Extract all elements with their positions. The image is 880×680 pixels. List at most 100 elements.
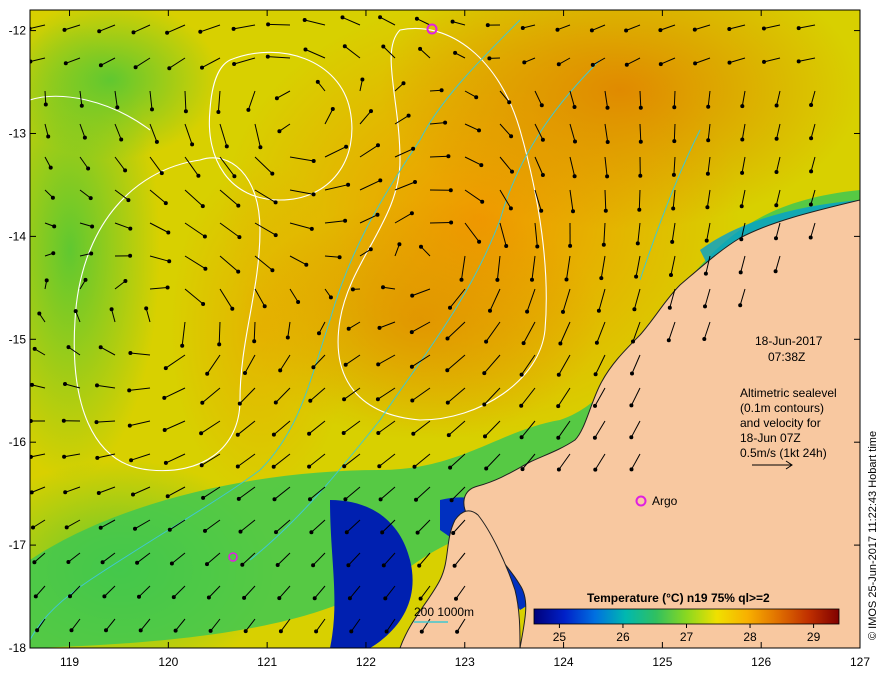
- velocity-arrow-head: [479, 163, 484, 168]
- velocity-arrow-head: [344, 144, 349, 149]
- velocity-arrow-head: [102, 594, 107, 599]
- velocity-arrow-shaft: [268, 23, 291, 26]
- velocity-arrow-head: [381, 285, 385, 290]
- velocity-arrow-head: [128, 226, 133, 231]
- velocity-arrow-head: [692, 27, 697, 32]
- velocity-arrow-head: [519, 372, 524, 377]
- velocity-arrow-head: [307, 464, 312, 469]
- velocity-arrow-head: [629, 403, 634, 408]
- velocity-arrow-head: [137, 594, 141, 599]
- velocity-arrow-head: [637, 207, 642, 212]
- velocity-arrow-head: [88, 196, 93, 201]
- velocity-arrow-head: [198, 29, 203, 34]
- credit-line: © IMOS 25-Jun-2017 11:22:43 Hobart time: [867, 431, 879, 640]
- velocity-arrow-head: [629, 435, 634, 440]
- velocity-arrow-head: [530, 277, 534, 282]
- velocity-arrow-head: [727, 27, 732, 31]
- velocity-arrow-head: [482, 371, 487, 376]
- velocity-arrow-head: [448, 465, 453, 470]
- velocity-arrow-head: [454, 596, 458, 601]
- velocity-arrow-head: [446, 154, 451, 159]
- velocity-arrow-head: [449, 498, 454, 503]
- velocity-arrow-head: [474, 95, 479, 100]
- velocity-arrow-head: [383, 596, 388, 601]
- velocity-arrow-head: [556, 404, 561, 409]
- bathymetry-legend-label: 200 1000m: [414, 605, 474, 619]
- velocity-arrow-head: [509, 134, 514, 139]
- velocity-arrow-head: [163, 460, 168, 465]
- velocity-arrow-head: [445, 368, 450, 373]
- velocity-arrow-head: [590, 62, 595, 67]
- velocity-arrow-head: [738, 303, 743, 308]
- velocity-arrow-head: [488, 308, 492, 313]
- velocity-arrow-head: [419, 629, 424, 634]
- velocity-arrow-head: [163, 366, 168, 371]
- velocity-arrow-head: [275, 563, 280, 567]
- velocity-arrow-head: [304, 262, 309, 267]
- velocity-arrow-head: [330, 107, 335, 111]
- velocity-arrow-head: [740, 170, 745, 175]
- velocity-arrow-head: [375, 397, 380, 402]
- velocity-arrow-head: [413, 180, 417, 184]
- velocity-arrow-head: [203, 266, 208, 271]
- colorbar-title: Temperature (°C) n19 75% ql>=2: [587, 591, 770, 605]
- velocity-arrow-head: [230, 306, 235, 311]
- velocity-arrow-head: [94, 420, 99, 425]
- velocity-arrow-head: [237, 401, 242, 406]
- velocity-arrow-head: [634, 274, 639, 279]
- velocity-arrow-head: [35, 628, 40, 633]
- velocity-arrow-head: [127, 423, 132, 428]
- latitude-label: -18: [9, 641, 27, 655]
- velocity-arrow-head: [173, 628, 178, 633]
- velocity-arrow-head: [672, 105, 677, 110]
- velocity-arrow-head: [73, 309, 78, 314]
- velocity-arrow-head: [350, 287, 355, 292]
- description-line-2: (0.1m contours): [740, 401, 824, 415]
- velocity-arrow-head: [796, 59, 801, 64]
- velocity-arrow-head: [63, 490, 68, 495]
- velocity-arrow-head: [671, 172, 676, 177]
- latitude-label: -15: [9, 332, 27, 346]
- velocity-arrow-head: [406, 113, 411, 118]
- velocity-arrow-head: [774, 236, 778, 241]
- velocity-arrow-head: [540, 173, 545, 177]
- velocity-arrow-head: [165, 285, 170, 290]
- velocity-arrow-head: [369, 109, 373, 114]
- colorbar-tick-label: 28: [743, 630, 757, 644]
- velocity-arrow-head: [51, 251, 56, 256]
- velocity-arrow-head: [242, 595, 247, 600]
- velocity-arrow-head: [200, 65, 204, 70]
- velocity-arrow-head: [240, 562, 245, 567]
- velocity-arrow-head: [774, 203, 779, 208]
- velocity-arrow-head: [624, 28, 629, 33]
- velocity-arrow-head: [774, 136, 779, 141]
- velocity-arrow-head: [199, 463, 204, 468]
- velocity-arrow-head: [346, 563, 351, 568]
- velocity-arrow-head: [346, 182, 351, 187]
- velocity-arrow-head: [44, 278, 49, 283]
- colorbar-tick-label: 29: [807, 630, 821, 644]
- velocity-arrow-head: [415, 530, 420, 535]
- velocity-arrow-head: [96, 491, 101, 495]
- velocity-arrow-head: [30, 419, 33, 423]
- velocity-arrow-head: [378, 497, 383, 502]
- velocity-arrow-head: [109, 307, 114, 312]
- velocity-arrow-head: [504, 244, 509, 248]
- velocity-arrow-head: [343, 497, 348, 502]
- latitude-label: -17: [9, 538, 27, 552]
- velocity-arrow-head: [704, 238, 709, 243]
- velocity-arrow-head: [32, 346, 37, 351]
- velocity-arrow-head: [37, 311, 42, 316]
- velocity-arrow-head: [217, 342, 222, 347]
- velocity-arrow-head: [163, 201, 168, 206]
- velocity-arrow-head: [380, 530, 385, 535]
- velocity-arrow-head: [278, 368, 283, 373]
- velocity-arrow-head: [33, 594, 38, 599]
- velocity-arrow-head: [86, 166, 91, 171]
- velocity-arrow-head: [265, 54, 270, 59]
- velocity-arrow-head: [703, 271, 708, 276]
- velocity-arrow-head: [519, 403, 524, 408]
- velocity-arrow-head: [272, 497, 277, 502]
- velocity-arrow-head: [180, 343, 185, 348]
- velocity-arrow-head: [32, 560, 37, 565]
